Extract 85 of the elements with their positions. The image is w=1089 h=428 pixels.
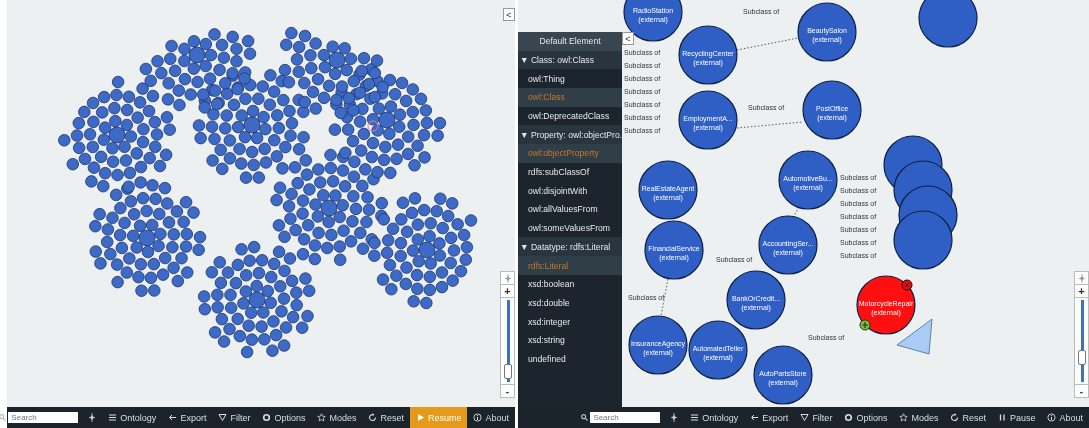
slider-thumb[interactable] xyxy=(1078,350,1086,366)
reset-zoom-button[interactable] xyxy=(501,272,514,285)
sidebar-item[interactable]: xsd:string xyxy=(518,330,622,350)
class-node[interactable] xyxy=(753,345,813,405)
class-node[interactable] xyxy=(802,80,862,140)
sidebar-item[interactable]: xsd:integer xyxy=(518,312,622,331)
filter-button[interactable]: Filter xyxy=(212,407,257,428)
class-node[interactable] xyxy=(644,220,704,280)
collapse-button[interactable]: < xyxy=(503,8,515,21)
search-field[interactable]: Search xyxy=(8,412,79,423)
modes-button[interactable]: Modes xyxy=(893,407,945,428)
class-node[interactable] xyxy=(638,160,698,220)
edge-line xyxy=(736,121,804,129)
reset-zoom-button[interactable] xyxy=(1075,272,1088,285)
class-node[interactable] xyxy=(778,150,838,210)
edge-line xyxy=(660,278,669,317)
sidebar-item[interactable]: rdfs:subClassOf xyxy=(518,162,622,182)
sidebar-item[interactable]: owl:disjointWith xyxy=(518,181,622,201)
menu-icon xyxy=(690,413,700,422)
arrow-icon xyxy=(168,413,178,422)
about-button[interactable]: About xyxy=(467,407,515,428)
sidebar-item[interactable]: undefined xyxy=(518,349,622,369)
export-button[interactable]: Export xyxy=(162,407,213,428)
sidebar-item[interactable]: xsd:double xyxy=(518,293,622,313)
filter-icon xyxy=(218,413,228,422)
zoom-slider[interactable] xyxy=(1075,298,1088,384)
sidebar-item[interactable]: owl:Thing xyxy=(518,69,622,88)
class-node[interactable] xyxy=(726,270,786,330)
reset-button[interactable]: Reset xyxy=(362,407,410,428)
class-node[interactable] xyxy=(918,0,978,48)
star-icon xyxy=(899,413,909,422)
class-node[interactable] xyxy=(758,215,818,275)
locate-icon xyxy=(1077,273,1086,283)
pause-button[interactable]: Pause xyxy=(991,407,1042,428)
sidebar-title: Default Element xyxy=(518,32,622,51)
pause-icon xyxy=(997,413,1007,422)
direction-pointer[interactable] xyxy=(896,318,933,355)
filter-button[interactable]: Filter xyxy=(794,407,839,428)
zoom-in-button[interactable]: + xyxy=(1075,285,1088,298)
zoom-slider[interactable] xyxy=(501,298,514,384)
sidebar-item[interactable]: owl:someValuesFrom xyxy=(518,218,622,238)
info-icon xyxy=(473,413,483,422)
locate-icon[interactable] xyxy=(88,413,97,422)
class-node[interactable] xyxy=(623,0,683,42)
filter-icon xyxy=(800,413,810,422)
close-icon[interactable] xyxy=(901,279,913,291)
edge-line xyxy=(736,37,799,51)
locate-icon[interactable] xyxy=(670,413,679,422)
settings-icon xyxy=(844,413,854,422)
sidebar-item[interactable]: owl:allValuesFrom xyxy=(518,200,622,219)
reset-icon xyxy=(368,413,378,422)
slider-thumb[interactable] xyxy=(504,363,512,379)
settings-icon xyxy=(262,413,272,422)
class-node[interactable] xyxy=(797,2,857,62)
locate-icon xyxy=(503,273,512,283)
sidebar-item[interactable]: owl:DeprecatedClass xyxy=(518,106,622,126)
search-icon xyxy=(0,414,7,421)
class-node[interactable] xyxy=(628,315,688,375)
search-icon xyxy=(581,414,589,421)
selected-class-node[interactable] xyxy=(856,275,916,335)
class-node[interactable] xyxy=(678,90,738,150)
zoom-in-button[interactable]: + xyxy=(501,285,514,298)
sidebar-item[interactable]: xsd:boolean xyxy=(518,274,622,294)
zoom-out-button[interactable]: - xyxy=(501,384,514,397)
add-icon[interactable] xyxy=(859,319,871,331)
ontology-button[interactable]: Ontology xyxy=(102,407,163,428)
reset-button[interactable]: Reset xyxy=(944,407,992,428)
collapse-button[interactable]: < xyxy=(622,32,634,45)
options-button[interactable]: Options xyxy=(256,407,312,428)
class-node[interactable] xyxy=(678,25,738,85)
menu-icon xyxy=(108,413,118,422)
search-field[interactable]: Search xyxy=(590,412,661,423)
reset-icon xyxy=(950,413,960,422)
info-icon xyxy=(1047,413,1057,422)
zoom-out-button[interactable]: - xyxy=(1075,384,1088,397)
sidebar-section[interactable]: ▼ Datatype: rdfs:Literal xyxy=(518,237,622,257)
modes-button[interactable]: Modes xyxy=(311,407,363,428)
about-button[interactable]: About xyxy=(1041,407,1089,428)
star-icon xyxy=(317,413,327,422)
arrow-icon xyxy=(750,413,760,422)
export-button[interactable]: Export xyxy=(744,407,795,428)
play-icon xyxy=(415,413,425,422)
options-button[interactable]: Options xyxy=(838,407,894,428)
class-node[interactable] xyxy=(688,320,748,380)
ontology-button[interactable]: Ontology xyxy=(684,407,745,428)
